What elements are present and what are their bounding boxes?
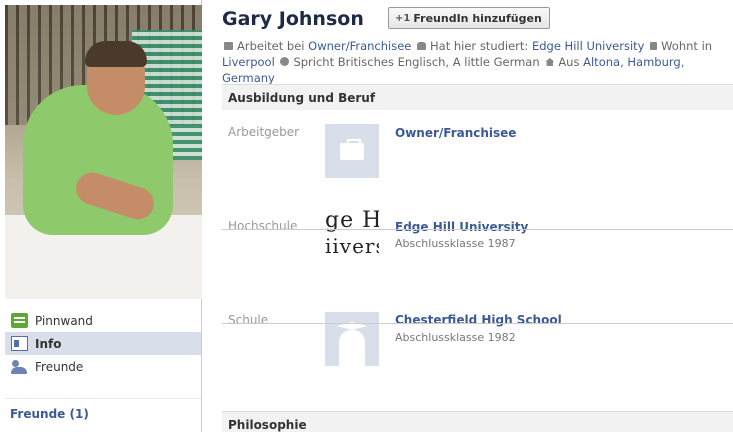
- nav-item-label: Info: [35, 336, 62, 351]
- profile-info-line: Arbeitet bei Owner/Franchisee Hat hier s…: [222, 39, 713, 85]
- nav-item-freunde[interactable]: Freunde: [5, 355, 201, 378]
- work-link[interactable]: Owner/Franchisee: [308, 39, 411, 53]
- left-column: Pinnwand Info Freunde Freunde (1): [0, 0, 202, 432]
- speaks-text: Spricht Britisches Englisch, A little Ge…: [293, 55, 540, 69]
- university-class-year: Abschlussklasse 1987: [395, 237, 516, 250]
- car-icon: [417, 42, 427, 50]
- section-header-philosophy: Philosophie: [222, 411, 733, 432]
- profile-name: Gary Johnson: [222, 8, 364, 30]
- nav-item-label: Freunde: [35, 359, 84, 374]
- graduate-silhouette-icon: [339, 330, 365, 366]
- photo-hair: [85, 41, 147, 67]
- briefcase-icon: [224, 42, 233, 50]
- add-friend-button[interactable]: +1 FreundIn hinzufügen: [388, 7, 550, 29]
- from-link-germany[interactable]: Germany: [222, 71, 275, 85]
- study-link[interactable]: Edge Hill University: [532, 39, 645, 53]
- section-header-education: Ausbildung und Beruf: [222, 84, 733, 110]
- main-column: Gary Johnson +1 FreundIn hinzufügen Arbe…: [222, 0, 733, 432]
- university-link[interactable]: Edge Hill University: [395, 220, 528, 234]
- lives-link[interactable]: Liverpool: [222, 55, 275, 69]
- divider: [222, 323, 733, 324]
- logo-text-line: iivers: [325, 234, 379, 258]
- school-label: Schule: [228, 313, 269, 327]
- globe-icon: [280, 57, 290, 66]
- nav-item-pinnwand[interactable]: Pinnwand: [5, 309, 201, 332]
- school-link[interactable]: Chesterfield High School: [395, 313, 562, 327]
- friends-count-link[interactable]: Freunde (1): [10, 407, 89, 421]
- wall-icon: [11, 313, 28, 328]
- lives-prefix: Wohnt in: [661, 39, 713, 53]
- work-prefix: Arbeitet bei: [237, 39, 305, 53]
- building-icon: [650, 42, 658, 50]
- study-prefix: Hat hier studiert:: [430, 39, 529, 53]
- employer-link[interactable]: Owner/Franchisee: [395, 126, 516, 140]
- university-label: Hochschule: [228, 219, 298, 233]
- university-logo[interactable]: ge H iivers: [325, 210, 379, 264]
- nav-item-info[interactable]: Info: [5, 332, 201, 355]
- add-friend-icon: +1: [395, 12, 411, 24]
- from-prefix: Aus: [558, 55, 580, 69]
- from-link-hamburg[interactable]: Hamburg: [627, 55, 680, 69]
- profile-photo[interactable]: [5, 5, 202, 299]
- info-icon: [11, 336, 28, 351]
- friends-icon: [11, 359, 28, 374]
- from-link-altona[interactable]: Altona: [583, 55, 620, 69]
- house-icon: [545, 58, 555, 66]
- employer-thumbnail[interactable]: [325, 124, 379, 178]
- employer-label: Arbeitgeber: [228, 125, 300, 139]
- add-friend-label: FreundIn hinzufügen: [413, 11, 542, 25]
- nav-item-label: Pinnwand: [35, 313, 93, 328]
- divider: [222, 229, 733, 230]
- school-thumbnail[interactable]: [325, 312, 379, 366]
- school-class-year: Abschlussklasse 1982: [395, 331, 516, 344]
- briefcase-icon: [340, 139, 364, 160]
- profile-nav: Pinnwand Info Freunde: [5, 309, 201, 378]
- divider: [5, 398, 201, 399]
